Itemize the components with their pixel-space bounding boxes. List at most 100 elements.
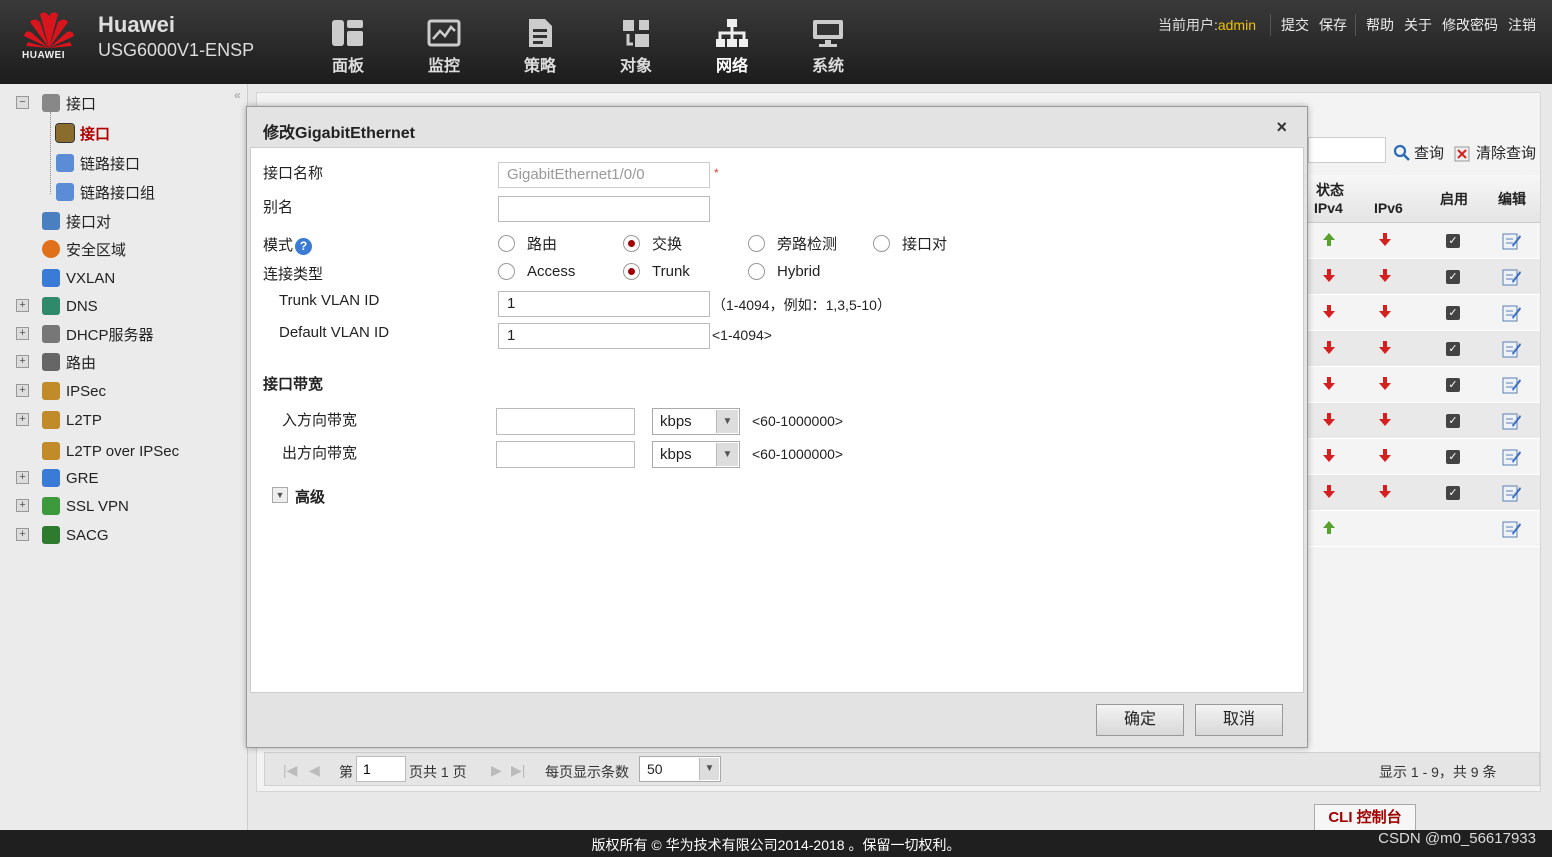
clear-search-button[interactable]: 清除查询 — [1453, 142, 1536, 163]
help-icon[interactable]: ? — [295, 238, 313, 255]
nav-network[interactable]: 网络 — [684, 18, 780, 76]
sidebar-item-gre[interactable]: GRE — [42, 467, 99, 489]
outbound-bandwidth-input[interactable] — [496, 441, 635, 468]
nav-label: 策略 — [523, 58, 556, 75]
logout-link[interactable]: 注销 — [1508, 15, 1536, 35]
sidebar-item-l2tp-over-ipsec[interactable]: L2TP over IPSec — [42, 440, 179, 462]
sidebar-item-interface[interactable]: 接口 — [55, 122, 110, 144]
trunk-vlan-label: Trunk VLAN ID — [279, 292, 380, 309]
outbound-unit-select[interactable]: kbps ▼ — [652, 441, 740, 468]
expand-icon[interactable]: + — [16, 327, 29, 340]
radio-label: 路由 — [527, 236, 558, 253]
next-page-icon[interactable]: ▶ — [491, 762, 502, 779]
last-page-icon[interactable]: ▶| — [511, 762, 525, 779]
sidebar-item-l2tp[interactable]: L2TP — [42, 409, 102, 431]
help-link[interactable]: 帮助 — [1366, 15, 1394, 35]
page-number-input[interactable] — [356, 756, 406, 782]
enable-checkbox[interactable]: ✓ — [1446, 234, 1460, 248]
nav-system[interactable]: 系统 — [780, 18, 876, 76]
sidebar-item-sacg[interactable]: SACG — [42, 524, 109, 546]
mode-routing-radio[interactable]: 路由 — [498, 233, 557, 254]
enable-checkbox[interactable]: ✓ — [1446, 306, 1460, 320]
link-trunk-radio[interactable]: Trunk — [623, 263, 690, 280]
close-icon[interactable]: × — [1276, 117, 1287, 138]
table-row: ✓ — [1308, 223, 1540, 259]
pagination-bar: |◀ ◀ 第 页共 1 页 ▶ ▶| 每页显示条数 50 ▼ 显示 1 - 9，… — [264, 752, 1540, 786]
sidebar-item-dhcp-server[interactable]: DHCP服务器 — [42, 323, 154, 345]
bandwidth-section-title: 接口带宽 — [263, 376, 324, 393]
ok-button[interactable]: 确定 — [1096, 704, 1184, 736]
edit-icon[interactable] — [1502, 376, 1522, 397]
cli-console-button[interactable]: CLI 控制台 — [1314, 804, 1416, 830]
change-password-link[interactable]: 修改密码 — [1442, 15, 1498, 35]
trunk-vlan-input[interactable]: 1 — [498, 291, 710, 317]
background-search-input[interactable] — [1308, 137, 1386, 163]
mode-bypass-radio[interactable]: 旁路检测 — [748, 233, 837, 254]
sidebar-item-link-interface[interactable]: 链路接口 — [56, 152, 140, 174]
enable-checkbox[interactable]: ✓ — [1446, 450, 1460, 464]
edit-icon[interactable] — [1502, 412, 1522, 433]
expand-icon[interactable]: + — [16, 471, 29, 484]
edit-icon[interactable] — [1502, 340, 1522, 361]
edit-icon[interactable] — [1502, 304, 1522, 325]
enable-checkbox[interactable]: ✓ — [1446, 270, 1460, 284]
sidebar-item-security-zone[interactable]: 安全区域 — [42, 238, 126, 260]
l2tp-icon — [42, 411, 60, 429]
sidebar-item-route[interactable]: 路由 — [42, 351, 96, 373]
advanced-toggle-icon[interactable]: ▼ — [272, 487, 288, 503]
link-hybrid-radio[interactable]: Hybrid — [748, 263, 820, 280]
radio-label: Hybrid — [777, 263, 821, 280]
nav-monitor[interactable]: 监控 — [396, 18, 492, 76]
edit-icon[interactable] — [1502, 268, 1522, 289]
mode-switching-radio[interactable]: 交换 — [623, 233, 682, 254]
edit-icon[interactable] — [1502, 484, 1522, 505]
route-icon — [42, 353, 60, 371]
sidebar-item-dns[interactable]: DNS — [42, 295, 98, 317]
radio-label: 接口对 — [902, 236, 948, 253]
monitor-icon — [427, 19, 461, 47]
inbound-unit-select[interactable]: kbps ▼ — [652, 408, 740, 435]
alias-input[interactable] — [498, 196, 710, 222]
expand-icon[interactable]: + — [16, 299, 29, 312]
enable-checkbox[interactable]: ✓ — [1446, 414, 1460, 428]
submit-link[interactable]: 提交 — [1281, 15, 1309, 35]
nav-policy[interactable]: 策略 — [492, 18, 588, 76]
enable-checkbox[interactable]: ✓ — [1446, 378, 1460, 392]
expand-icon[interactable]: + — [16, 413, 29, 426]
edit-icon[interactable] — [1502, 448, 1522, 469]
nav-object[interactable]: 对象 — [588, 18, 684, 76]
expand-icon[interactable]: + — [16, 384, 29, 397]
edit-icon[interactable] — [1502, 520, 1522, 541]
search-button[interactable]: 查询 — [1393, 142, 1444, 163]
sidebar-item-link-interface-group[interactable]: 链路接口组 — [56, 181, 155, 203]
sidebar-item-ipsec[interactable]: IPSec — [42, 380, 106, 402]
inbound-bandwidth-input[interactable] — [496, 408, 635, 435]
edit-icon[interactable] — [1502, 232, 1522, 253]
prev-page-icon[interactable]: ◀ — [309, 762, 320, 779]
mode-interface-pair-radio[interactable]: 接口对 — [873, 233, 947, 254]
expand-icon[interactable]: + — [16, 499, 29, 512]
sidebar-item-vxlan[interactable]: VXLAN — [42, 267, 115, 289]
expand-icon[interactable]: + — [16, 528, 29, 541]
expand-icon[interactable]: + — [16, 355, 29, 368]
collapse-icon[interactable]: − — [16, 96, 29, 109]
per-page-select[interactable]: 50 ▼ — [639, 756, 721, 782]
nav-dashboard[interactable]: 面板 — [300, 18, 396, 76]
sidebar-item-interface-pair[interactable]: 接口对 — [42, 210, 111, 232]
dashboard-icon — [332, 20, 363, 46]
cancel-button[interactable]: 取消 — [1195, 704, 1283, 736]
advanced-section-title[interactable]: 高级 — [295, 486, 325, 507]
sidebar-item-interface-group[interactable]: 接口 — [42, 92, 96, 114]
enable-checkbox[interactable]: ✓ — [1446, 486, 1460, 500]
default-vlan-input[interactable]: 1 — [498, 323, 710, 349]
main-nav: 面板 监控 策略 对象 网络 系统 — [300, 18, 876, 76]
interface-name-label: 接口名称 — [263, 165, 324, 182]
table-row: ✓ — [1308, 295, 1540, 331]
link-access-radio[interactable]: Access — [498, 263, 575, 280]
collapse-sidebar-icon[interactable]: « — [234, 88, 241, 102]
save-link[interactable]: 保存 — [1319, 15, 1347, 35]
first-page-icon[interactable]: |◀ — [283, 762, 297, 779]
about-link[interactable]: 关于 — [1404, 15, 1432, 35]
enable-checkbox[interactable]: ✓ — [1446, 342, 1460, 356]
sidebar-item-ssl-vpn[interactable]: SSL VPN — [42, 495, 129, 517]
